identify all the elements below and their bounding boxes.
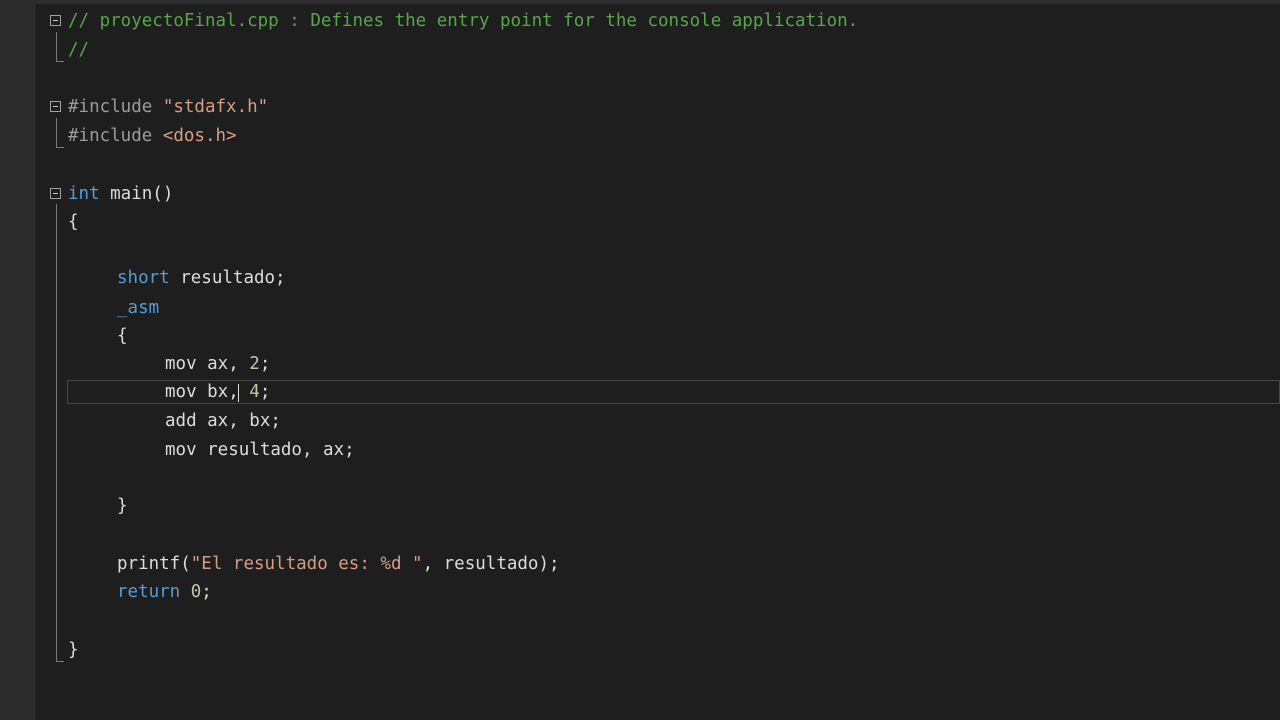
outline-guide bbox=[56, 661, 64, 662]
code-line-2[interactable]: // bbox=[68, 38, 89, 62]
code-text: , resultado); bbox=[422, 554, 560, 574]
code-line-21[interactable]: return 0; bbox=[117, 580, 212, 604]
keyword: short bbox=[117, 268, 170, 288]
code-line-20[interactable]: printf("El resultado es: %d ", resultado… bbox=[117, 552, 560, 576]
text-caret bbox=[238, 384, 239, 402]
code-text: ; bbox=[201, 582, 212, 602]
code-text: mov resultado, ax; bbox=[165, 440, 355, 460]
outline-guide bbox=[56, 118, 57, 148]
code-line-8[interactable]: { bbox=[68, 210, 79, 234]
number-literal: 2 bbox=[249, 354, 260, 374]
code-line-23[interactable]: } bbox=[68, 638, 79, 662]
code-line-14[interactable]: mov bx, 4; bbox=[165, 380, 270, 404]
keyword: int bbox=[68, 184, 100, 204]
close-brace: } bbox=[68, 640, 79, 660]
editor-gutter bbox=[0, 0, 35, 720]
collapse-icon[interactable] bbox=[50, 101, 61, 112]
comment-text: // proyectoFinal.cpp : Defines the entry… bbox=[68, 11, 859, 31]
preprocessor-directive: #include bbox=[68, 97, 163, 117]
code-text: main() bbox=[99, 184, 174, 204]
close-brace: } bbox=[117, 496, 128, 516]
code-line-1[interactable]: // proyectoFinal.cpp : Defines the entry… bbox=[68, 9, 858, 33]
code-line-16[interactable]: mov resultado, ax; bbox=[165, 438, 355, 462]
code-line-18[interactable]: } bbox=[117, 494, 128, 518]
code-line-10[interactable]: short resultado; bbox=[117, 266, 286, 290]
code-line-7[interactable]: int main() bbox=[68, 182, 173, 206]
code-text: resultado; bbox=[169, 268, 286, 288]
code-text: mov bx, bbox=[165, 382, 250, 402]
code-line-11[interactable]: _asm bbox=[117, 296, 159, 320]
string-literal: "El resultado es: %d " bbox=[190, 554, 423, 574]
open-brace: { bbox=[68, 212, 79, 232]
code-line-13[interactable]: mov ax, 2; bbox=[165, 352, 270, 376]
outline-guide bbox=[56, 61, 64, 62]
collapse-icon[interactable] bbox=[50, 15, 61, 26]
outline-guide bbox=[56, 204, 57, 662]
code-line-12[interactable]: { bbox=[117, 324, 128, 348]
code-line-15[interactable]: add ax, bx; bbox=[165, 409, 281, 433]
code-text: ; bbox=[259, 382, 271, 402]
code-line-5[interactable]: #include <dos.h> bbox=[68, 124, 237, 148]
preprocessor-directive: #include bbox=[68, 126, 163, 146]
code-line-4[interactable]: #include "stdafx.h" bbox=[68, 95, 268, 119]
outline-guide bbox=[56, 147, 64, 148]
editor-top-edge bbox=[34, 0, 1280, 4]
asm-keyword: _asm bbox=[117, 298, 160, 318]
code-text: printf( bbox=[117, 554, 191, 574]
number-literal: 4 bbox=[249, 382, 260, 402]
outline-guide bbox=[56, 32, 57, 62]
collapse-icon[interactable] bbox=[50, 188, 61, 199]
include-file: <dos.h> bbox=[162, 126, 237, 146]
comment-text: // bbox=[68, 40, 90, 60]
number-literal: 0 bbox=[180, 582, 202, 602]
open-brace: { bbox=[117, 326, 128, 346]
code-text: add ax, bx; bbox=[165, 411, 281, 431]
code-text: ; bbox=[259, 354, 271, 374]
code-text: mov ax, bbox=[165, 354, 250, 374]
include-file: "stdafx.h" bbox=[162, 97, 269, 117]
keyword: return bbox=[117, 582, 181, 602]
